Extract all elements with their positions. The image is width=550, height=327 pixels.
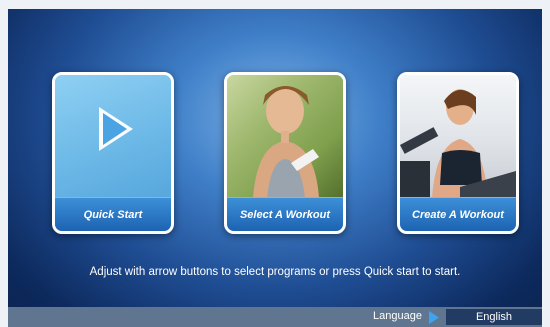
create-workout-card[interactable]: Create A Workout [397, 72, 519, 234]
program-cards: Quick Start Select A Workout Create A Wo… [8, 72, 542, 240]
treadmill-woman-photo [400, 75, 516, 198]
language-label: Language [373, 310, 422, 322]
instruction-text: Adjust with arrow buttons to select prog… [89, 266, 461, 278]
footer-bar: Language English [8, 307, 542, 327]
language-value: English [475, 311, 513, 323]
quick-start-label: Quick Start [55, 197, 171, 231]
triangle-right-icon[interactable] [429, 311, 439, 324]
select-workout-card[interactable]: Select A Workout [224, 72, 346, 234]
runner-woman-photo [227, 75, 343, 198]
quick-start-art [55, 75, 171, 198]
language-selector[interactable]: English [446, 309, 542, 325]
create-workout-label: Create A Workout [400, 197, 516, 231]
screen: Quick Start Select A Workout Create A Wo… [0, 0, 550, 327]
select-workout-label: Select A Workout [227, 197, 343, 231]
play-icon [99, 107, 133, 151]
quick-start-card[interactable]: Quick Start [52, 72, 174, 234]
